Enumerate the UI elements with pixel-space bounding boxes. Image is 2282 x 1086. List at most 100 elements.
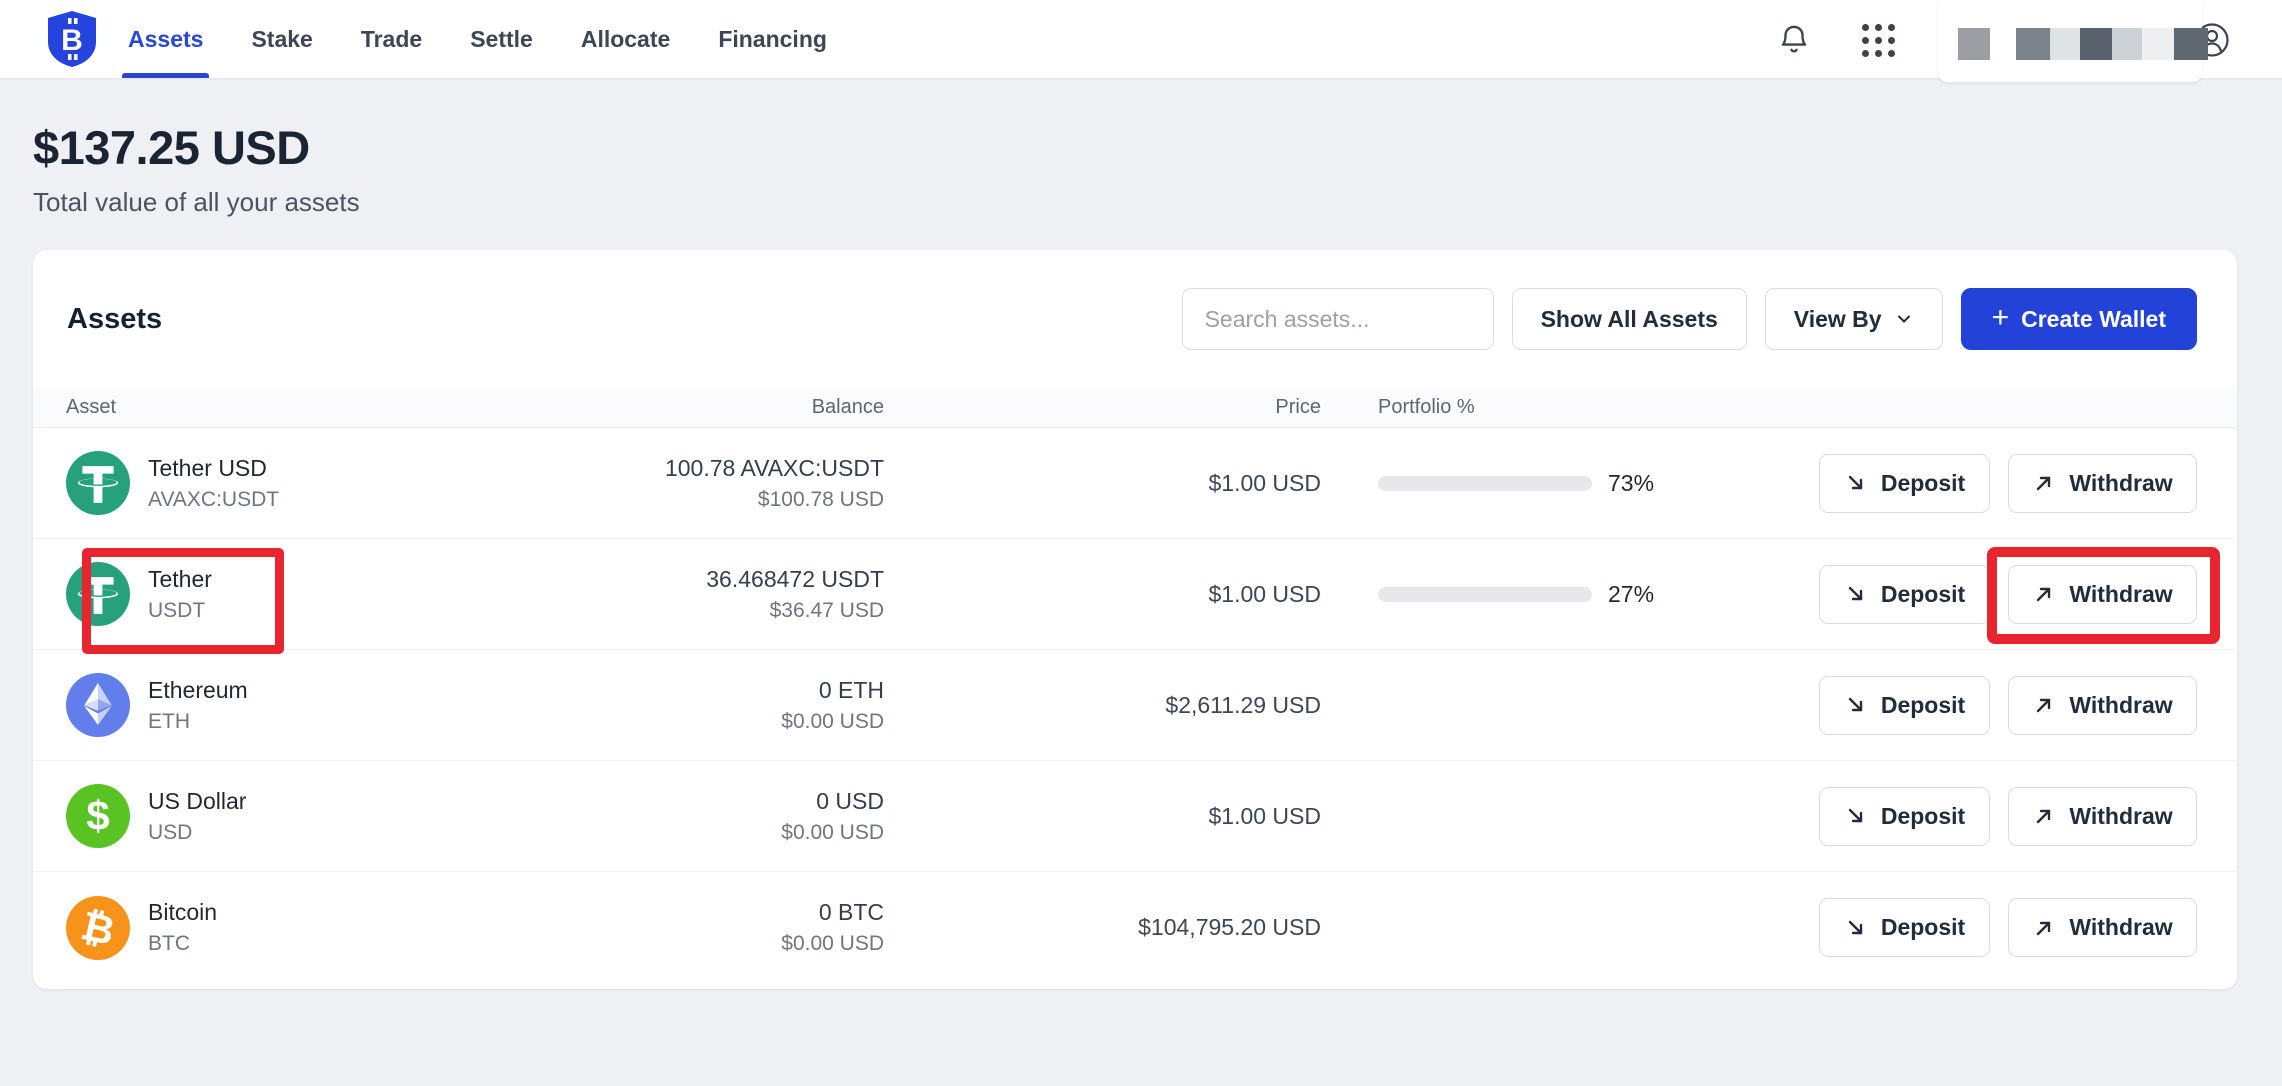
withdraw-label: Withdraw bbox=[2069, 581, 2172, 608]
row-actions: Deposit Withdraw bbox=[1819, 565, 2197, 624]
portfolio-progress-bar bbox=[1378, 476, 1592, 491]
arrow-up-right-icon bbox=[2032, 804, 2056, 828]
create-wallet-button[interactable]: + Create Wallet bbox=[1961, 288, 2197, 350]
nav-item-financing[interactable]: Financing bbox=[718, 0, 827, 78]
balance-cell: 0 BTC $0.00 USD bbox=[516, 899, 884, 956]
deposit-button[interactable]: Deposit bbox=[1819, 676, 1990, 735]
plus-icon: + bbox=[1992, 303, 2010, 333]
arrow-up-right-icon bbox=[2032, 693, 2056, 717]
balance-cell: 0 ETH $0.00 USD bbox=[516, 677, 884, 734]
column-header-balance: Balance bbox=[516, 396, 884, 419]
balance-usd-value: $100.78 USD bbox=[516, 488, 884, 512]
show-all-assets-label: Show All Assets bbox=[1541, 306, 1718, 333]
nav-item-assets[interactable]: Assets bbox=[128, 0, 203, 78]
row-actions: Deposit Withdraw bbox=[1819, 454, 2197, 513]
nav-item-allocate[interactable]: Allocate bbox=[581, 0, 670, 78]
asset-cell[interactable]: ₿ Bitcoin BTC bbox=[66, 872, 516, 983]
table-row-avaxc-usdt[interactable]: Tether USD AVAXC:USDT 100.78 AVAXC:USDT … bbox=[33, 428, 2237, 539]
view-by-dropdown[interactable]: View By bbox=[1765, 288, 1943, 350]
deposit-label: Deposit bbox=[1881, 470, 1965, 497]
asset-symbol: BTC bbox=[148, 932, 217, 956]
asset-name: Bitcoin bbox=[148, 899, 217, 926]
row-actions: Deposit Withdraw bbox=[1819, 787, 2197, 846]
asset-name: Tether bbox=[148, 566, 212, 593]
deposit-label: Deposit bbox=[1881, 692, 1965, 719]
assets-card-header: Assets Show All Assets View By + Create … bbox=[33, 250, 2237, 388]
arrow-up-right-icon bbox=[2032, 916, 2056, 940]
arrow-up-right-icon bbox=[2032, 471, 2056, 495]
portfolio-progress-bar bbox=[1378, 587, 1592, 602]
assets-card: Assets Show All Assets View By + Create … bbox=[33, 250, 2237, 989]
table-row-btc[interactable]: ₿ Bitcoin BTC 0 BTC $0.00 USD $104,795.2… bbox=[33, 872, 2237, 983]
tether-coin-icon bbox=[66, 451, 130, 515]
nav-item-settle[interactable]: Settle bbox=[470, 0, 533, 78]
row-actions: Deposit Withdraw bbox=[1819, 898, 2197, 957]
balance-usd-value: $0.00 USD bbox=[516, 821, 884, 845]
arrow-down-right-icon bbox=[1844, 804, 1868, 828]
price-cell: $1.00 USD bbox=[884, 581, 1321, 608]
apps-grid-icon[interactable] bbox=[1856, 0, 1900, 80]
column-header-portfolio: Portfolio % bbox=[1321, 396, 1819, 419]
portfolio-cell: 73% bbox=[1321, 470, 1819, 497]
deposit-button[interactable]: Deposit bbox=[1819, 454, 1990, 513]
search-assets-input[interactable] bbox=[1182, 288, 1494, 350]
asset-cell[interactable]: Tether USD AVAXC:USDT bbox=[66, 428, 516, 538]
assets-table-body: Tether USD AVAXC:USDT 100.78 AVAXC:USDT … bbox=[33, 428, 2237, 983]
bitcoin-coin-icon: ₿ bbox=[66, 896, 130, 960]
us-dollar-coin-icon: $ bbox=[66, 784, 130, 848]
top-navigation-bar: B Assets Stake Trade Settle Allocate Financin… bbox=[0, 0, 2282, 80]
deposit-button[interactable]: Deposit bbox=[1819, 565, 1990, 624]
asset-name: US Dollar bbox=[148, 788, 246, 815]
arrow-down-right-icon bbox=[1844, 916, 1868, 940]
nav-item-trade[interactable]: Trade bbox=[361, 0, 422, 78]
svg-text:B: B bbox=[61, 24, 83, 57]
portfolio-percent-label: 27% bbox=[1608, 581, 1654, 608]
bitgo-logo-icon[interactable]: B bbox=[46, 10, 98, 68]
deposit-button[interactable]: Deposit bbox=[1819, 787, 1990, 846]
arrow-down-right-icon bbox=[1844, 471, 1868, 495]
table-row-eth[interactable]: Ethereum ETH 0 ETH $0.00 USD $2,611.29 U… bbox=[33, 650, 2237, 761]
portfolio-summary: $137.25 USD Total value of all your asse… bbox=[0, 80, 2282, 218]
deposit-label: Deposit bbox=[1881, 914, 1965, 941]
asset-cell[interactable]: $ US Dollar USD bbox=[66, 761, 516, 871]
withdraw-label: Withdraw bbox=[2069, 692, 2172, 719]
total-value: $137.25 USD bbox=[33, 120, 2282, 175]
table-header-row: Asset Balance Price Portfolio % bbox=[33, 388, 2237, 428]
table-row-usdt[interactable]: Tether USDT 36.468472 USDT $36.47 USD $1… bbox=[33, 539, 2237, 650]
withdraw-button[interactable]: Withdraw bbox=[2008, 676, 2197, 735]
deposit-label: Deposit bbox=[1881, 803, 1965, 830]
price-cell: $1.00 USD bbox=[884, 470, 1321, 497]
redacted-account-name[interactable] bbox=[1938, 0, 2202, 82]
tether-coin-icon bbox=[66, 562, 130, 626]
balance-cell: 100.78 AVAXC:USDT $100.78 USD bbox=[516, 455, 884, 512]
deposit-button[interactable]: Deposit bbox=[1819, 898, 1990, 957]
table-row-usd[interactable]: $ US Dollar USD 0 USD $0.00 USD $1.00 US… bbox=[33, 761, 2237, 872]
asset-cell[interactable]: Ethereum ETH bbox=[66, 650, 516, 760]
asset-symbol: ETH bbox=[148, 710, 248, 734]
withdraw-button[interactable]: Withdraw bbox=[2008, 898, 2197, 957]
withdraw-button[interactable]: Withdraw bbox=[2008, 454, 2197, 513]
asset-name: Tether USD bbox=[148, 455, 279, 482]
asset-symbol: USDT bbox=[148, 599, 212, 623]
notifications-bell-icon[interactable] bbox=[1772, 0, 1816, 80]
chevron-down-icon bbox=[1894, 309, 1914, 329]
balance-cell: 0 USD $0.00 USD bbox=[516, 788, 884, 845]
balance-amount: 0 USD bbox=[516, 788, 884, 815]
withdraw-label: Withdraw bbox=[2069, 470, 2172, 497]
portfolio-cell: 27% bbox=[1321, 581, 1819, 608]
asset-cell[interactable]: Tether USDT bbox=[66, 539, 516, 649]
ethereum-coin-icon bbox=[66, 673, 130, 737]
balance-amount: 100.78 AVAXC:USDT bbox=[516, 455, 884, 482]
assets-card-controls: Show All Assets View By + Create Wallet bbox=[1182, 288, 2197, 350]
nav-item-stake[interactable]: Stake bbox=[251, 0, 312, 78]
primary-nav: Assets Stake Trade Settle Allocate Financing bbox=[128, 0, 827, 78]
balance-amount: 36.468472 USDT bbox=[516, 566, 884, 593]
withdraw-button[interactable]: Withdraw bbox=[2008, 787, 2197, 846]
redaction-pixel-blocks bbox=[1958, 28, 2208, 60]
portfolio-percent-label: 73% bbox=[1608, 470, 1654, 497]
total-value-subtitle: Total value of all your assets bbox=[33, 187, 2282, 218]
withdraw-button[interactable]: Withdraw bbox=[2008, 565, 2197, 624]
asset-symbol: USD bbox=[148, 821, 246, 845]
show-all-assets-button[interactable]: Show All Assets bbox=[1512, 288, 1747, 350]
view-by-label: View By bbox=[1794, 306, 1882, 333]
